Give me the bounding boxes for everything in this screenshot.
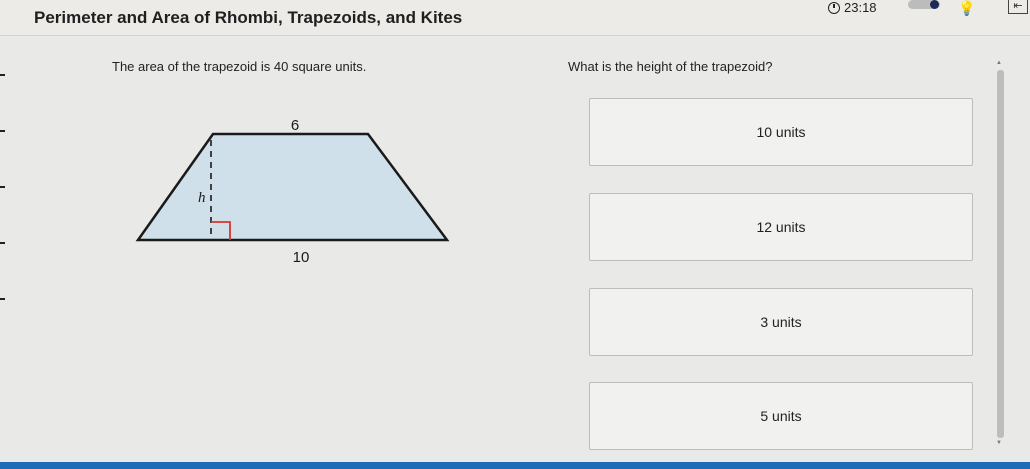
answer-option-label: 10 units [756, 124, 806, 140]
question-text: The area of the trapezoid is 40 square u… [112, 59, 367, 74]
answer-option-label: 5 units [760, 408, 802, 424]
scroll-down-arrow-icon[interactable]: ▼ [996, 440, 1002, 446]
page-title: Perimeter and Area of Rhombi, Trapezoids… [34, 8, 463, 27]
left-edge-mark [0, 74, 5, 76]
answer-option-label: 12 units [756, 219, 806, 235]
toggle-switch[interactable] [908, 0, 940, 9]
left-edge-mark [0, 242, 5, 244]
left-edge-mark [0, 130, 5, 132]
exit-button[interactable]: ⇤ [1008, 0, 1028, 14]
left-edge-mark [0, 186, 5, 188]
timer: 23:18 [828, 0, 877, 15]
toggle-knob [930, 0, 939, 9]
left-edge-mark [0, 298, 5, 300]
answer-option-label: 3 units [760, 314, 802, 330]
trapezoid-shape [135, 132, 450, 242]
lightbulb-icon[interactable]: 💡 [958, 0, 975, 17]
clock-icon [828, 1, 840, 14]
answer-option-1[interactable]: 10 units [589, 98, 973, 166]
answer-option-3[interactable]: 3 units [589, 288, 973, 356]
top-base-label: 6 [291, 117, 299, 134]
bottom-accent-bar [0, 462, 1030, 469]
timer-value: 23:18 [844, 0, 877, 15]
scrollbar-thumb[interactable] [997, 70, 1004, 438]
question-prompt: What is the height of the trapezoid? [568, 59, 773, 74]
scrollbar[interactable]: ▲ ▼ [996, 60, 1005, 448]
trapezoid-svg: 6 10 h [135, 117, 450, 266]
answer-option-2[interactable]: 12 units [589, 193, 973, 261]
scroll-up-arrow-icon[interactable]: ▲ [996, 60, 1002, 66]
height-label: h [198, 190, 206, 206]
bottom-base-label: 10 [293, 249, 310, 266]
trapezoid-figure: 6 10 h [120, 110, 480, 275]
answer-option-4[interactable]: 5 units [589, 382, 973, 450]
exit-icon: ⇤ [1013, 0, 1023, 12]
header-bar: Perimeter and Area of Rhombi, Trapezoids… [0, 0, 1030, 36]
